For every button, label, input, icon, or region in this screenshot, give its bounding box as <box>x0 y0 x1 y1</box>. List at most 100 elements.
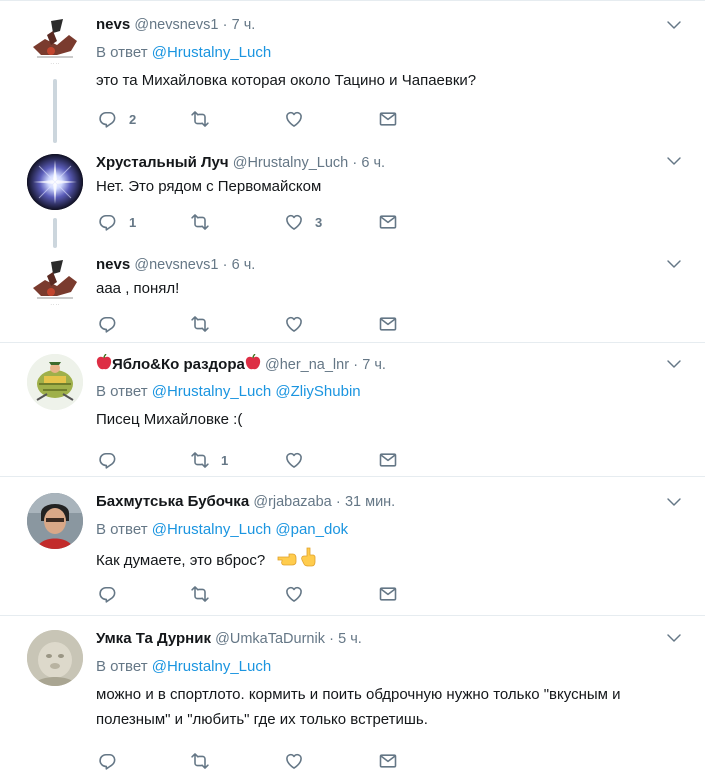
chevron-down-icon[interactable] <box>665 255 683 273</box>
reply-button[interactable] <box>98 448 129 472</box>
tweet[interactable]: Бахмутська Бубочка @rjabazaba · 31 мин. … <box>0 477 705 615</box>
tweet-text: это та Михайловка которая около Тацино и… <box>96 72 477 89</box>
avatar[interactable]: · · · · <box>27 15 83 71</box>
like-button[interactable] <box>284 582 315 606</box>
author-name[interactable]: Умка Та Дурник <box>96 630 211 647</box>
author-handle[interactable]: @nevsnevs1 <box>134 257 218 273</box>
chevron-down-icon[interactable] <box>665 493 683 511</box>
like-button[interactable] <box>284 448 315 472</box>
direct-message-button[interactable] <box>378 312 398 336</box>
author-handle[interactable]: @UmkaTaDurnik <box>215 631 325 647</box>
tweet-text: Как думаете, это вброс? <box>96 552 266 569</box>
separator-dot: · <box>335 494 341 510</box>
timestamp[interactable]: 5 ч. <box>338 631 362 647</box>
timestamp[interactable]: 7 ч. <box>232 17 256 33</box>
envelope-icon <box>378 109 398 129</box>
retweet-button[interactable] <box>190 107 221 131</box>
author-handle[interactable]: @Hrustalny_Luch <box>233 155 348 171</box>
retweet-icon <box>190 109 210 129</box>
tweet-text: Писец Михайловке :( <box>96 411 243 428</box>
reply-count: 1 <box>129 214 137 230</box>
reply-count: 2 <box>129 111 137 127</box>
envelope-icon <box>378 212 398 232</box>
chevron-down-icon[interactable] <box>665 355 683 373</box>
reply-prefix: В ответ <box>96 44 148 61</box>
reply-icon <box>98 584 118 604</box>
tweet[interactable]: · · · · nevs @nevsnevs1 · 6 ч. ааа , пон… <box>0 246 705 342</box>
timestamp[interactable]: 6 ч. <box>361 155 385 171</box>
direct-message-button[interactable] <box>378 107 398 131</box>
reply-icon <box>98 751 118 771</box>
pointing-down-icon <box>299 547 317 574</box>
author-name[interactable]: Хрустальный Луч <box>96 154 229 171</box>
thread-line <box>53 218 57 248</box>
heart-icon <box>284 751 304 771</box>
retweet-icon <box>190 751 210 771</box>
like-button[interactable] <box>284 749 315 773</box>
author-name[interactable]: Бахмутська Бубочка <box>96 493 249 510</box>
timestamp[interactable]: 7 ч. <box>362 357 386 373</box>
tweet-text: можно и в спортлото. кормить и поить обд… <box>96 686 621 728</box>
direct-message-button[interactable] <box>378 749 398 773</box>
like-button[interactable] <box>284 312 315 336</box>
reply-button[interactable] <box>98 312 129 336</box>
author-handle[interactable]: @her_na_lnr <box>265 357 349 373</box>
like-count: 3 <box>315 214 323 230</box>
retweet-button[interactable] <box>190 210 221 234</box>
heart-icon <box>284 212 304 232</box>
author-name[interactable]: nevs <box>96 256 130 273</box>
direct-message-button[interactable] <box>378 210 398 234</box>
tweet[interactable]: · · · · nevs @nevsnevs1 · 7 ч. В ответ @… <box>0 1 705 146</box>
mention-link[interactable]: @Hrustalny_Luch <box>152 44 271 61</box>
reply-button[interactable]: 2 <box>98 107 136 131</box>
like-button[interactable]: 3 <box>284 210 322 234</box>
retweet-button[interactable] <box>190 312 221 336</box>
avatar[interactable] <box>27 154 83 210</box>
mention-link[interactable]: @pan_dok <box>275 521 348 538</box>
mention-link[interactable]: @Hrustalny_Luch <box>152 658 271 675</box>
reply-icon <box>98 212 118 232</box>
pointing-hand-icon <box>277 549 299 574</box>
tweet[interactable]: Ябло&Ко раздора @her_na_lnr · 7 ч. В отв… <box>0 343 705 476</box>
timestamp[interactable]: 6 ч. <box>232 257 256 273</box>
like-button[interactable] <box>284 107 315 131</box>
avatar[interactable] <box>27 630 83 686</box>
avatar[interactable]: · · · · <box>27 256 83 312</box>
reply-context: В ответ @Hrustalny_Luch <box>96 43 685 63</box>
separator-dot: · <box>353 357 359 373</box>
tweet[interactable]: Хрустальный Луч @Hrustalny_Luch · 6 ч. Н… <box>0 146 705 248</box>
reply-button[interactable]: 1 <box>98 210 136 234</box>
timestamp[interactable]: 31 мин. <box>345 494 395 510</box>
mention-link[interactable]: @Hrustalny_Luch <box>152 383 271 400</box>
chevron-down-icon[interactable] <box>665 152 683 170</box>
separator-dot: · <box>222 17 228 33</box>
thread-line <box>53 79 57 143</box>
retweet-button[interactable] <box>190 582 221 606</box>
reply-button[interactable] <box>98 749 129 773</box>
tweet-timeline: · · · · nevs @nevsnevs1 · 7 ч. В ответ @… <box>0 0 705 767</box>
author-name[interactable]: Ябло&Ко раздора <box>96 353 265 373</box>
retweet-icon <box>190 212 210 232</box>
heart-icon <box>284 584 304 604</box>
tweet[interactable]: Умка Та Дурник @UmkaTaDurnik · 5 ч. В от… <box>0 616 705 768</box>
retweet-button[interactable] <box>190 749 221 773</box>
avatar[interactable] <box>27 493 83 549</box>
mention-link[interactable]: @Hrustalny_Luch <box>152 521 271 538</box>
reply-icon <box>98 314 118 334</box>
author-name[interactable]: nevs <box>96 16 130 33</box>
reply-button[interactable] <box>98 582 129 606</box>
author-handle[interactable]: @nevsnevs1 <box>134 17 218 33</box>
direct-message-button[interactable] <box>378 448 398 472</box>
chevron-down-icon[interactable] <box>665 16 683 34</box>
svg-text:· · · ·: · · · · <box>51 61 60 66</box>
mention-link[interactable]: @ZliyShubin <box>275 383 360 400</box>
author-handle[interactable]: @rjabazaba <box>253 494 331 510</box>
retweet-icon <box>190 314 210 334</box>
retweet-button[interactable]: 1 <box>190 448 228 472</box>
avatar[interactable] <box>27 354 83 410</box>
retweet-icon <box>190 450 210 470</box>
envelope-icon <box>378 450 398 470</box>
envelope-icon <box>378 314 398 334</box>
chevron-down-icon[interactable] <box>665 629 683 647</box>
direct-message-button[interactable] <box>378 582 398 606</box>
